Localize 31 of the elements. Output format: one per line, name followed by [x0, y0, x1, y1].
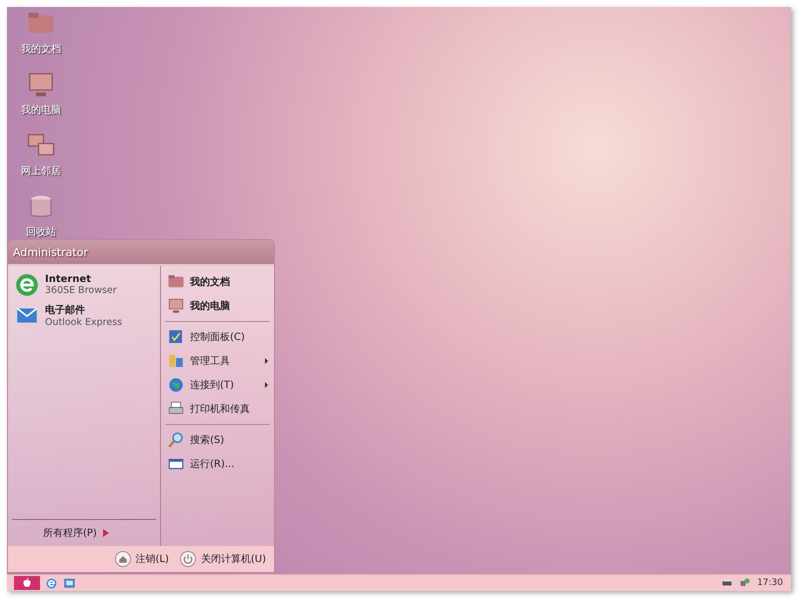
- tools-icon: [167, 352, 185, 370]
- browser-icon: [45, 576, 58, 590]
- user-name: Administrator: [13, 246, 88, 258]
- menu-item[interactable]: 控制面板(C): [165, 325, 270, 349]
- network-icon: [739, 577, 752, 589]
- pinned-program[interactable]: Internet 360SE Browser: [8, 270, 160, 300]
- menu-item[interactable]: 我的文档: [165, 270, 270, 294]
- desktop-icon: [63, 576, 76, 590]
- control-panel-icon: [167, 328, 185, 346]
- menu-item[interactable]: 打印机和传真: [165, 397, 270, 421]
- menu-item[interactable]: 管理工具: [165, 349, 270, 373]
- menu-item[interactable]: 搜索(S): [165, 428, 270, 452]
- power-icon: [178, 550, 197, 568]
- clock: 17:30: [757, 578, 783, 588]
- arrow-icon: [102, 529, 109, 537]
- pinned-program[interactable]: 电子邮件 Outlook Express: [8, 300, 160, 330]
- apple-icon: [21, 577, 33, 589]
- globe-icon: [167, 376, 185, 394]
- submenu-arrow-icon: [265, 382, 268, 388]
- menu-item[interactable]: 运行(R)...: [165, 452, 270, 476]
- browser-icon: [14, 272, 40, 298]
- shutdown-button[interactable]: 关闭计算机(U): [178, 550, 266, 568]
- logoff-button[interactable]: 注销(L): [114, 550, 169, 568]
- logoff-icon: [114, 550, 132, 568]
- search-icon: [167, 431, 185, 449]
- menu-item[interactable]: 连接到(T): [165, 373, 270, 397]
- submenu-arrow-icon: [265, 358, 268, 364]
- all-programs-button[interactable]: 所有程序(P): [8, 526, 160, 540]
- start-button[interactable]: [14, 576, 40, 590]
- monitor-icon: [167, 297, 185, 315]
- menu-item[interactable]: 我的电脑: [165, 294, 270, 318]
